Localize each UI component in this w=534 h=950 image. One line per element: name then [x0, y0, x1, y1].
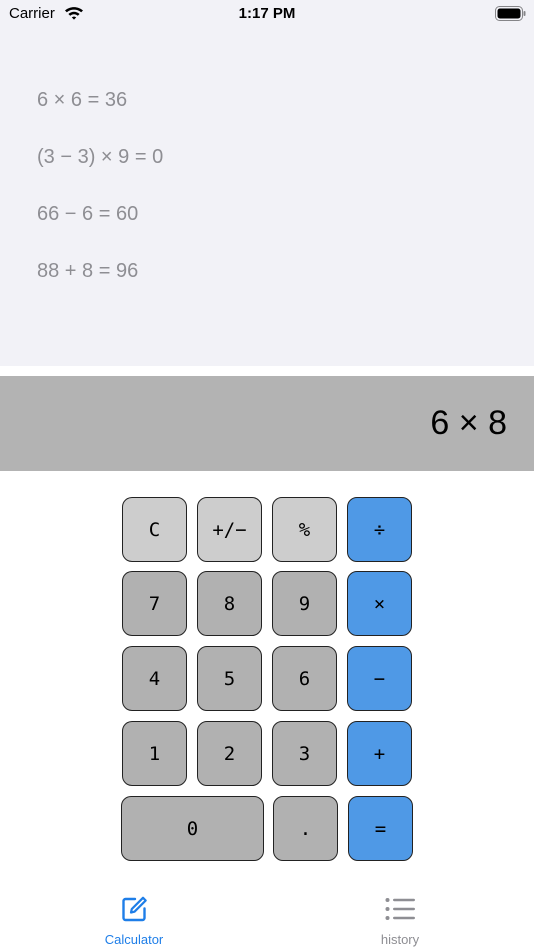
digit-3-button[interactable]: 3 [272, 721, 337, 786]
history-item[interactable]: (3 − 3) × 9 = 0 [37, 143, 163, 200]
digit-2-button[interactable]: 2 [197, 721, 262, 786]
sign-toggle-button[interactable]: +/− [197, 497, 262, 562]
digit-7-button[interactable]: 7 [122, 571, 187, 636]
subtract-button[interactable]: − [347, 646, 412, 711]
divide-button[interactable]: ÷ [347, 497, 412, 562]
display-value: 6 × 8 [430, 404, 507, 442]
calculator-display: 6 × 8 [0, 376, 534, 471]
tab-calculator-label: Calculator [104, 932, 164, 947]
status-time: 1:17 PM [238, 5, 296, 22]
digit-9-button[interactable]: 9 [272, 571, 337, 636]
tab-calculator[interactable]: Calculator [74, 883, 194, 950]
percent-button[interactable]: % [272, 497, 337, 562]
digit-4-button[interactable]: 4 [122, 646, 187, 711]
multiply-button[interactable]: × [347, 571, 412, 636]
history-item[interactable]: 88 + 8 = 96 [37, 257, 163, 314]
digit-0-button[interactable]: 0 [121, 796, 264, 861]
clear-button[interactable]: C [122, 497, 187, 562]
digit-5-button[interactable]: 5 [197, 646, 262, 711]
history-item[interactable]: 66 − 6 = 60 [37, 200, 163, 257]
status-bar: Carrier 1:17 PM [0, 0, 534, 30]
equals-button[interactable]: = [348, 796, 413, 861]
digit-8-button[interactable]: 8 [197, 571, 262, 636]
history-list: 6 × 6 = 36 (3 − 3) × 9 = 0 66 − 6 = 60 8… [37, 86, 163, 314]
digit-6-button[interactable]: 6 [272, 646, 337, 711]
history-item[interactable]: 6 × 6 = 36 [37, 86, 163, 143]
battery-icon [495, 6, 526, 21]
history-panel: 6 × 6 = 36 (3 − 3) × 9 = 0 66 − 6 = 60 8… [0, 0, 534, 366]
edit-square-icon [74, 893, 194, 925]
tab-history-label: history [380, 932, 420, 947]
tab-bar: Calculator history [0, 883, 534, 950]
list-icon [340, 893, 460, 925]
add-button[interactable]: + [347, 721, 412, 786]
digit-1-button[interactable]: 1 [122, 721, 187, 786]
tab-history[interactable]: history [340, 883, 460, 950]
decimal-button[interactable]: . [273, 796, 338, 861]
